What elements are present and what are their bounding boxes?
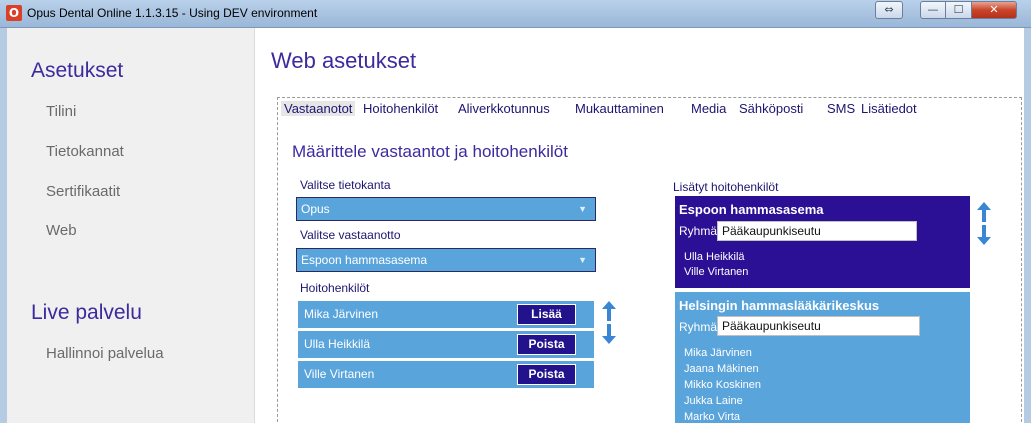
- tab-media[interactable]: Media: [691, 101, 726, 116]
- database-select-value: Opus: [301, 202, 330, 216]
- sidebar-item-account[interactable]: Tilini: [46, 103, 76, 120]
- group-card-espoo: Espoon hammasasema Ryhmä Pääkaupunkiseut…: [675, 196, 970, 288]
- maximize-button[interactable]: ☐: [946, 1, 972, 19]
- chevron-down-icon: ▼: [578, 255, 587, 265]
- settings-sidebar: Asetukset Tilini Tietokannat Sertifikaat…: [7, 28, 255, 423]
- tab-aliverkkotunnus[interactable]: Aliverkkotunnus: [458, 101, 550, 116]
- clinic-label: Valitse vastaanotto: [300, 228, 401, 242]
- sidebar-header-settings: Asetukset: [31, 59, 124, 82]
- sidebar-item-manage-service[interactable]: Hallinnoi palvelua: [46, 345, 164, 362]
- group-member: Ville Virtanen: [684, 266, 749, 278]
- clinic-select[interactable]: Espoon hammasasema ▼: [296, 248, 596, 272]
- tab-mukauttaminen[interactable]: Mukauttaminen: [575, 101, 664, 116]
- group-member: Jaana Mäkinen: [684, 363, 759, 375]
- remove-staff-button[interactable]: Poista: [517, 364, 576, 385]
- close-button[interactable]: ✕: [972, 1, 1017, 19]
- move-up-arrow-icon[interactable]: [977, 202, 991, 222]
- group-name: Espoon hammasasema: [679, 202, 824, 217]
- window-frame-left: [0, 28, 7, 423]
- move-down-arrow-icon[interactable]: [602, 324, 616, 344]
- resize-button[interactable]: ⇔: [875, 1, 903, 19]
- window-title: Opus Dental Online 1.1.3.15 - Using DEV …: [27, 6, 318, 20]
- tab-sahkoposti[interactable]: Sähköposti: [739, 101, 803, 116]
- clinic-select-value: Espoon hammasasema: [301, 253, 428, 267]
- section-title: Määrittele vastaantot ja hoitohenkilöt: [292, 142, 568, 161]
- group-card-helsinki: Helsingin hammaslääkärikeskus Ryhmä Pääk…: [675, 292, 970, 423]
- tab-panel: Vastaanotot Hoitohenkilöt Aliverkkotunnu…: [277, 97, 1022, 423]
- group-member: Ulla Heikkilä: [684, 251, 745, 263]
- group-member: Mikko Koskinen: [684, 379, 762, 391]
- tab-vastaanotot[interactable]: Vastaanotot: [281, 101, 356, 116]
- group-member: Mika Järvinen: [684, 347, 752, 359]
- window-frame-right: [1024, 28, 1031, 423]
- chevron-down-icon: ▼: [578, 204, 587, 214]
- tab-hoitohenkilot[interactable]: Hoitohenkilöt: [363, 101, 438, 116]
- app-logo-icon: O: [6, 5, 22, 21]
- group-name: Helsingin hammaslääkärikeskus: [679, 298, 880, 313]
- tab-bar: Vastaanotot Hoitohenkilöt Aliverkkotunnu…: [278, 98, 1021, 122]
- minimize-button[interactable]: —: [920, 1, 946, 19]
- database-label: Valitse tietokanta: [300, 178, 391, 192]
- move-down-arrow-icon[interactable]: [977, 225, 991, 245]
- sidebar-item-databases[interactable]: Tietokannat: [46, 143, 124, 160]
- group-field-label: Ryhmä: [679, 320, 718, 334]
- group-field-input[interactable]: Pääkaupunkiseutu: [717, 221, 917, 241]
- window-title-bar: O Opus Dental Online 1.1.3.15 - Using DE…: [0, 0, 1031, 28]
- database-select[interactable]: Opus ▼: [296, 197, 596, 221]
- staff-row: Ulla Heikkilä Poista: [298, 331, 594, 358]
- sidebar-item-web[interactable]: Web: [46, 222, 77, 239]
- main-content: Web asetukset Vastaanotot Hoitohenkilöt …: [256, 28, 1024, 423]
- added-staff-label: Lisätyt hoitohenkilöt: [673, 180, 779, 194]
- staff-row: Ville Virtanen Poista: [298, 361, 594, 388]
- group-field-input[interactable]: Pääkaupunkiseutu: [717, 316, 920, 336]
- sidebar-item-certificates[interactable]: Sertifikaatit: [46, 183, 120, 200]
- staff-name: Ville Virtanen: [304, 367, 375, 381]
- sidebar-header-live-service: Live palvelu: [31, 301, 142, 324]
- group-member: Jukka Laine: [684, 395, 743, 407]
- staff-name: Mika Järvinen: [304, 307, 379, 321]
- move-up-arrow-icon[interactable]: [602, 301, 616, 321]
- tab-lisatiedot[interactable]: Lisätiedot: [861, 101, 917, 116]
- staff-row: Mika Järvinen Lisää: [298, 301, 594, 328]
- page-title: Web asetukset: [271, 48, 417, 73]
- staff-label: Hoitohenkilöt: [300, 281, 370, 295]
- staff-name: Ulla Heikkilä: [304, 337, 371, 351]
- tab-sms[interactable]: SMS: [827, 101, 855, 116]
- group-field-label: Ryhmä: [679, 224, 718, 238]
- add-staff-button[interactable]: Lisää: [517, 304, 576, 325]
- remove-staff-button[interactable]: Poista: [517, 334, 576, 355]
- group-member: Marko Virta: [684, 411, 741, 423]
